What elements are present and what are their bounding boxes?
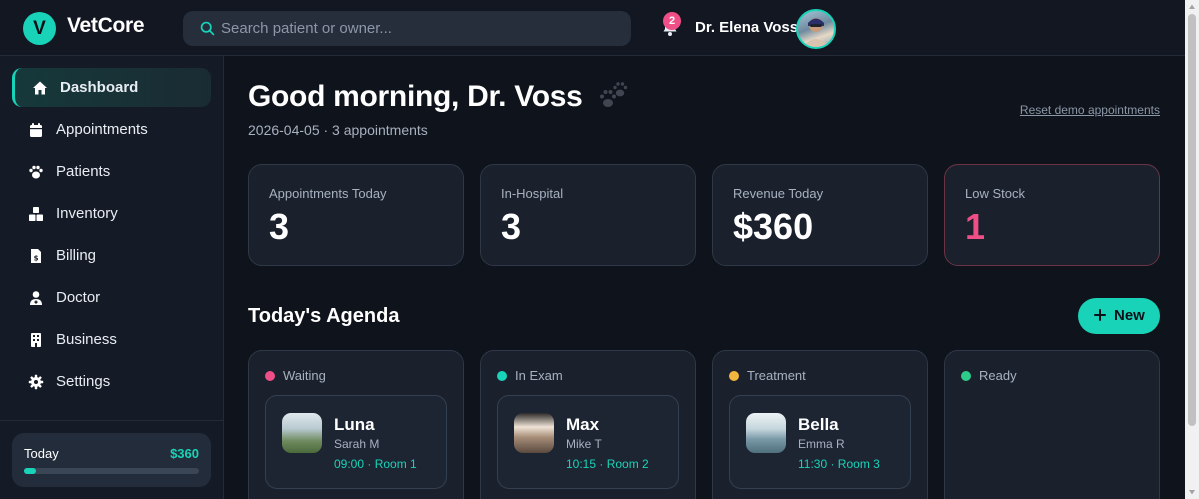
appointment-time: 10:15 · Room 2 [566, 457, 649, 471]
appointment-card[interactable]: Max Mike T 10:15 · Room 2 [497, 395, 679, 489]
sidebar-item-label: Patients [56, 163, 111, 180]
sidebar-item-inventory[interactable]: Inventory [12, 194, 211, 233]
stat-label: In-Hospital [501, 186, 564, 201]
agenda-column-in-exam: In Exam Max Mike T 10:15 · Room 2 [480, 350, 696, 499]
date-subtitle: 2026-04-05 · 3 appointments [248, 122, 428, 138]
stat-card-revenue[interactable]: Revenue Today $360 [712, 164, 928, 266]
avatar[interactable] [796, 9, 836, 49]
home-icon [33, 81, 47, 95]
sidebar-item-dashboard[interactable]: Dashboard [12, 68, 211, 107]
scroll-up-arrow-icon[interactable] [1188, 3, 1196, 11]
search-box[interactable] [183, 11, 631, 46]
agenda-column-ready: Ready [944, 350, 1160, 499]
agenda-column-treatment: Treatment Bella Emma R 11:30 · Room 3 [712, 350, 928, 499]
status-dot [497, 371, 507, 381]
pet-photo [282, 413, 322, 453]
agenda-column-waiting: Waiting Luna Sarah M 09:00 · Room 1 [248, 350, 464, 499]
scrollbar[interactable] [1185, 0, 1199, 499]
pet-name: Luna [334, 415, 375, 434]
search-input[interactable] [221, 11, 621, 46]
stat-label: Low Stock [965, 186, 1025, 201]
app-name[interactable]: VetCore [67, 14, 145, 38]
scrollbar-thumb[interactable] [1188, 14, 1196, 426]
app-logo[interactable]: V [23, 12, 56, 45]
column-title: In Exam [515, 368, 563, 383]
sidebar-item-label: Billing [56, 247, 97, 264]
boxes-icon [29, 207, 43, 221]
notification-badge: 2 [663, 12, 681, 30]
sidebar-item-appointments[interactable]: Appointments [12, 110, 211, 149]
sidebar-item-doctor[interactable]: Doctor [12, 278, 211, 317]
new-appointment-button[interactable]: New [1078, 298, 1160, 334]
doctor-icon [30, 291, 42, 305]
sidebar-item-billing[interactable]: $ Billing [12, 236, 211, 275]
user-name[interactable]: Dr. Elena Voss [695, 19, 798, 36]
column-title: Treatment [747, 368, 806, 383]
sidebar-item-label: Inventory [56, 205, 118, 222]
sidebar-item-label: Business [56, 331, 117, 348]
status-dot [265, 371, 275, 381]
avatar-image [803, 18, 829, 47]
agenda-title: Today's Agenda [248, 305, 400, 327]
stat-card-appointments[interactable]: Appointments Today 3 [248, 164, 464, 266]
owner-name: Emma R [798, 437, 845, 451]
stat-card-low-stock[interactable]: Low Stock 1 [944, 164, 1160, 266]
column-title: Waiting [283, 368, 326, 383]
new-button-label: New [1114, 307, 1145, 324]
status-dot [961, 371, 971, 381]
stat-card-in-hospital[interactable]: In-Hospital 3 [480, 164, 696, 266]
appointment-card[interactable]: Luna Sarah M 09:00 · Room 1 [265, 395, 447, 489]
svg-text:$: $ [34, 255, 39, 263]
stat-label: Appointments Today [269, 186, 387, 201]
sidebar-item-business[interactable]: Business [12, 320, 211, 359]
stat-value: 3 [269, 206, 290, 247]
sidebar-item-settings[interactable]: Settings [12, 362, 211, 401]
invoice-icon: $ [31, 249, 41, 263]
stat-value: 3 [501, 206, 522, 247]
today-summary-card: Today $360 [12, 433, 211, 487]
sidebar-item-patients[interactable]: Patients [12, 152, 211, 191]
today-progress-fill [24, 468, 37, 474]
appointment-time: 11:30 · Room 3 [798, 457, 880, 471]
column-title: Ready [979, 368, 1017, 383]
pet-photo [514, 413, 554, 453]
stat-label: Revenue Today [733, 186, 824, 201]
appointment-time: 09:00 · Room 1 [334, 457, 417, 471]
calendar-icon [30, 123, 42, 137]
reset-demo-link[interactable]: Reset demo appointments [1020, 103, 1160, 117]
sidebar: Dashboard Appointments Patients Inventor… [0, 56, 224, 499]
top-bar: V VetCore 2 Dr. Elena Voss [0, 0, 1185, 56]
appointment-card[interactable]: Bella Emma R 11:30 · Room 3 [729, 395, 911, 489]
sidebar-item-label: Dashboard [60, 79, 139, 96]
paw-icon [600, 82, 628, 107]
gear-icon [28, 374, 44, 390]
search-icon [200, 21, 215, 36]
sidebar-item-label: Settings [56, 373, 111, 390]
stat-value: $360 [733, 206, 814, 247]
scroll-down-arrow-icon[interactable] [1188, 488, 1196, 496]
today-label: Today [24, 446, 59, 461]
pet-name: Max [566, 415, 600, 434]
sidebar-item-label: Appointments [56, 121, 148, 138]
today-value: $360 [170, 446, 199, 461]
sidebar-divider [0, 420, 224, 421]
today-progress-bar [24, 468, 199, 474]
owner-name: Mike T [566, 437, 602, 451]
pet-photo [746, 413, 786, 453]
pet-name: Bella [798, 415, 839, 434]
building-icon [31, 333, 41, 347]
status-dot [729, 371, 739, 381]
stat-value: 1 [965, 206, 986, 247]
owner-name: Sarah M [334, 437, 380, 451]
page-title: Good morning, Dr. Voss [248, 80, 583, 113]
plus-icon [1094, 309, 1106, 321]
sidebar-item-label: Doctor [56, 289, 101, 306]
paw-icon [29, 165, 43, 179]
